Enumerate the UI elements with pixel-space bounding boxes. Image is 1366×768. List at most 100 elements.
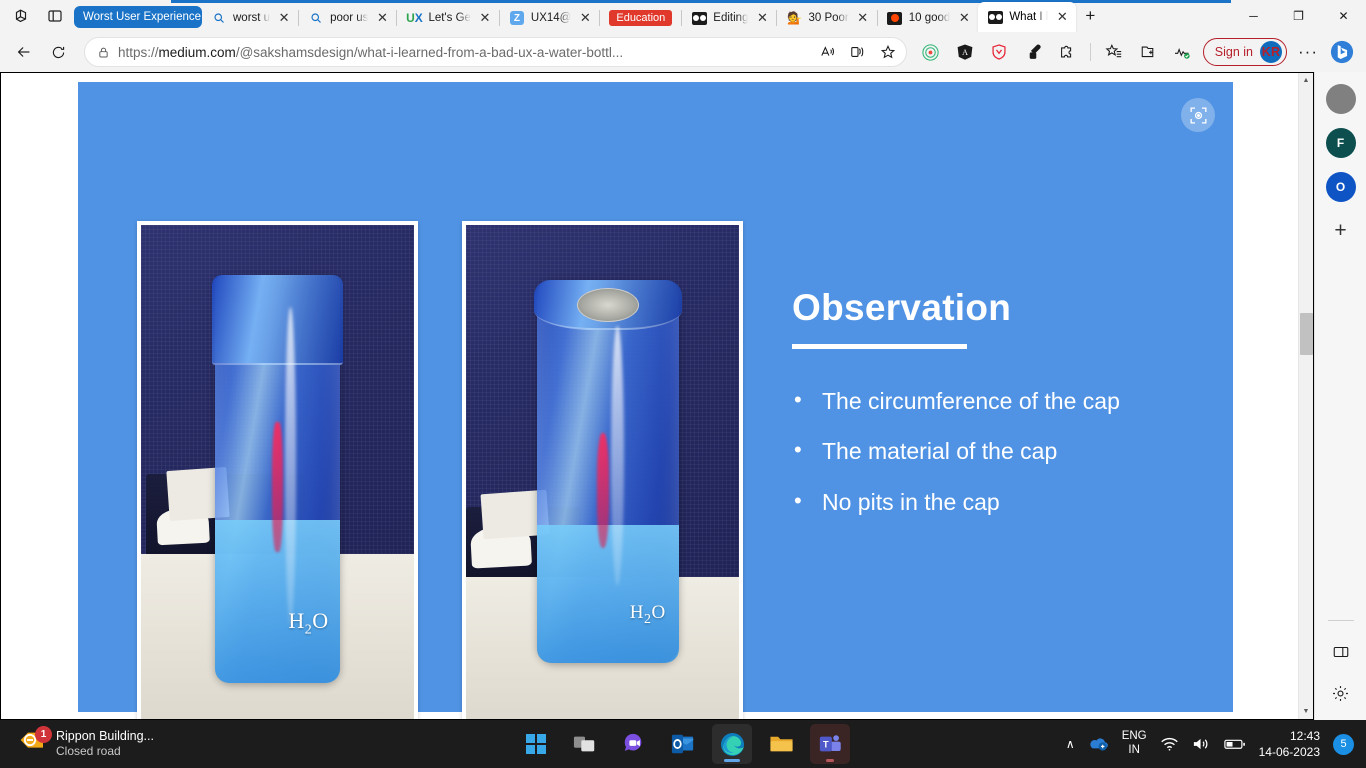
- outlook-button[interactable]: [663, 724, 703, 764]
- tab-30-poor[interactable]: 💁 30 Poor ✕: [777, 4, 876, 32]
- favorite-star-icon[interactable]: [874, 39, 902, 65]
- split-screen-icon[interactable]: [1332, 643, 1350, 666]
- maximize-button[interactable]: ❐: [1276, 0, 1321, 32]
- facebook-shortcut[interactable]: F: [1325, 128, 1356, 158]
- settings-and-more-button[interactable]: ···: [1292, 37, 1324, 67]
- tab-ux14[interactable]: Z UX14@ ✕: [500, 4, 599, 32]
- tab-what-i-learned[interactable]: What I l ✕: [978, 2, 1077, 32]
- browser-content-area: H2O H2O Observation • The circumference …: [0, 72, 1314, 720]
- wifi-icon[interactable]: [1160, 736, 1179, 752]
- ux-logo-icon: UX: [406, 11, 423, 25]
- back-icon[interactable]: [8, 37, 40, 67]
- angular-icon[interactable]: A: [949, 37, 981, 67]
- search-icon: [308, 10, 324, 26]
- discover-avatar[interactable]: [1325, 84, 1356, 114]
- edge-button[interactable]: [712, 724, 752, 764]
- svg-text:T: T: [823, 739, 829, 749]
- battery-icon[interactable]: [1223, 737, 1246, 751]
- read-aloud-icon[interactable]: [814, 39, 842, 65]
- close-icon[interactable]: ✕: [374, 10, 390, 26]
- tab-title: What I l: [1009, 11, 1049, 23]
- search-icon: [211, 10, 227, 26]
- slideshare-icon: [691, 10, 707, 26]
- notification-center-badge[interactable]: 5: [1333, 733, 1354, 755]
- tab-editing[interactable]: Editing ✕: [682, 4, 776, 32]
- eyedropper-icon[interactable]: [1017, 37, 1049, 67]
- tray-overflow-icon[interactable]: ∧: [1066, 737, 1075, 751]
- observation-bullet-list: The circumference of the cap The materia…: [792, 386, 1212, 517]
- tab-worst-u[interactable]: worst u ✕: [202, 4, 298, 32]
- tab-title: poor us: [330, 12, 369, 24]
- clock-date: 14-06-2023: [1258, 745, 1320, 759]
- tab-education[interactable]: Education: [600, 4, 681, 32]
- teams-button[interactable]: T: [810, 724, 850, 764]
- title-underline: [792, 343, 967, 349]
- close-icon[interactable]: ✕: [754, 10, 770, 26]
- traffic-widget-text: Rippon Building... Closed road: [56, 729, 154, 760]
- tab-10-good[interactable]: 10 good ✕: [878, 4, 979, 32]
- traffic-widget-title: Rippon Building...: [56, 728, 154, 743]
- close-icon[interactable]: ✕: [1054, 9, 1070, 25]
- close-icon[interactable]: ✕: [577, 10, 593, 26]
- volume-icon[interactable]: [1192, 736, 1211, 752]
- taskbar-app-buttons: T: [516, 724, 850, 764]
- start-button[interactable]: [516, 724, 556, 764]
- toolbar-divider: [1089, 43, 1091, 61]
- language-line2: IN: [1128, 744, 1140, 756]
- file-explorer-button[interactable]: [761, 724, 801, 764]
- tab-group-worst-user-experience[interactable]: Worst User Experience: [74, 6, 202, 28]
- address-bar[interactable]: https://medium.com/@sakshamsdesign/what-…: [84, 37, 907, 67]
- close-window-button[interactable]: ✕: [1321, 0, 1366, 32]
- sign-in-button[interactable]: Sign in KR: [1202, 38, 1287, 66]
- refresh-icon[interactable]: [42, 37, 74, 67]
- immersive-reader-icon[interactable]: [844, 39, 872, 65]
- address-bar-url: https://medium.com/@sakshamsdesign/what-…: [118, 44, 624, 60]
- youtube-icon: [887, 10, 903, 26]
- scroll-down-arrow[interactable]: ▼: [1299, 704, 1313, 719]
- adguard-shield-icon[interactable]: [983, 37, 1015, 67]
- scrollbar-thumb[interactable]: [1300, 313, 1313, 355]
- language-indicator[interactable]: ENG IN: [1122, 730, 1147, 758]
- bing-chat-icon[interactable]: [1326, 37, 1358, 67]
- visual-search-icon[interactable]: [1181, 98, 1215, 132]
- add-tab-to-collection-icon[interactable]: [1132, 37, 1164, 67]
- outlook-shortcut[interactable]: O: [1325, 172, 1356, 202]
- web-page: H2O H2O Observation • The circumference …: [1, 73, 1298, 719]
- sidebar-settings-icon[interactable]: [1331, 684, 1350, 708]
- onedrive-icon[interactable]: [1088, 736, 1109, 752]
- collections-icon[interactable]: [1098, 37, 1130, 67]
- water-bottle-angled-photo: H2O: [462, 221, 743, 719]
- close-icon[interactable]: ✕: [477, 10, 493, 26]
- scroll-up-arrow[interactable]: ▲: [1299, 73, 1313, 88]
- slide-text-column: Observation The circumference of the cap…: [792, 287, 1212, 539]
- tab-lets-ge[interactable]: UX Let's Ge ✕: [397, 4, 498, 32]
- traffic-widget[interactable]: 1 Rippon Building... Closed road: [0, 726, 300, 760]
- tab-title: Let's Ge: [428, 12, 471, 24]
- clock-time: 12:43: [1289, 728, 1320, 743]
- tab-title: worst u: [233, 12, 271, 24]
- browser-essentials-icon[interactable]: [1166, 37, 1198, 67]
- bottle-label: H2O: [288, 607, 329, 638]
- close-icon[interactable]: ✕: [956, 10, 972, 26]
- puzzle-icon[interactable]: [1051, 37, 1083, 67]
- tab-title: 30 Poor: [808, 12, 849, 24]
- new-tab-button[interactable]: +: [1076, 2, 1104, 30]
- task-view-button[interactable]: [565, 724, 605, 764]
- avatar[interactable]: KR: [1260, 41, 1282, 63]
- vertical-tabs-icon[interactable]: [40, 3, 70, 29]
- close-icon[interactable]: ✕: [855, 10, 871, 26]
- minimize-button[interactable]: ─: [1231, 0, 1276, 32]
- tab-poor-us[interactable]: poor us ✕: [299, 4, 396, 32]
- water-bottle-front-photo: H2O: [137, 221, 418, 719]
- close-icon[interactable]: ✕: [276, 10, 292, 26]
- tab-actions-icon[interactable]: [8, 3, 38, 29]
- clock[interactable]: 12:43 14-06-2023: [1259, 728, 1320, 760]
- extension-circles-icon[interactable]: [915, 37, 947, 67]
- language-line1: ENG: [1121, 730, 1147, 743]
- teams-chat-button[interactable]: [614, 724, 654, 764]
- list-item: No pits in the cap: [792, 487, 1212, 517]
- add-site-button[interactable]: +: [1326, 216, 1356, 246]
- page-scrollbar[interactable]: ▲ ▼: [1298, 73, 1313, 719]
- slide-title: Observation: [792, 287, 1012, 328]
- tab-title: Editing: [713, 12, 749, 24]
